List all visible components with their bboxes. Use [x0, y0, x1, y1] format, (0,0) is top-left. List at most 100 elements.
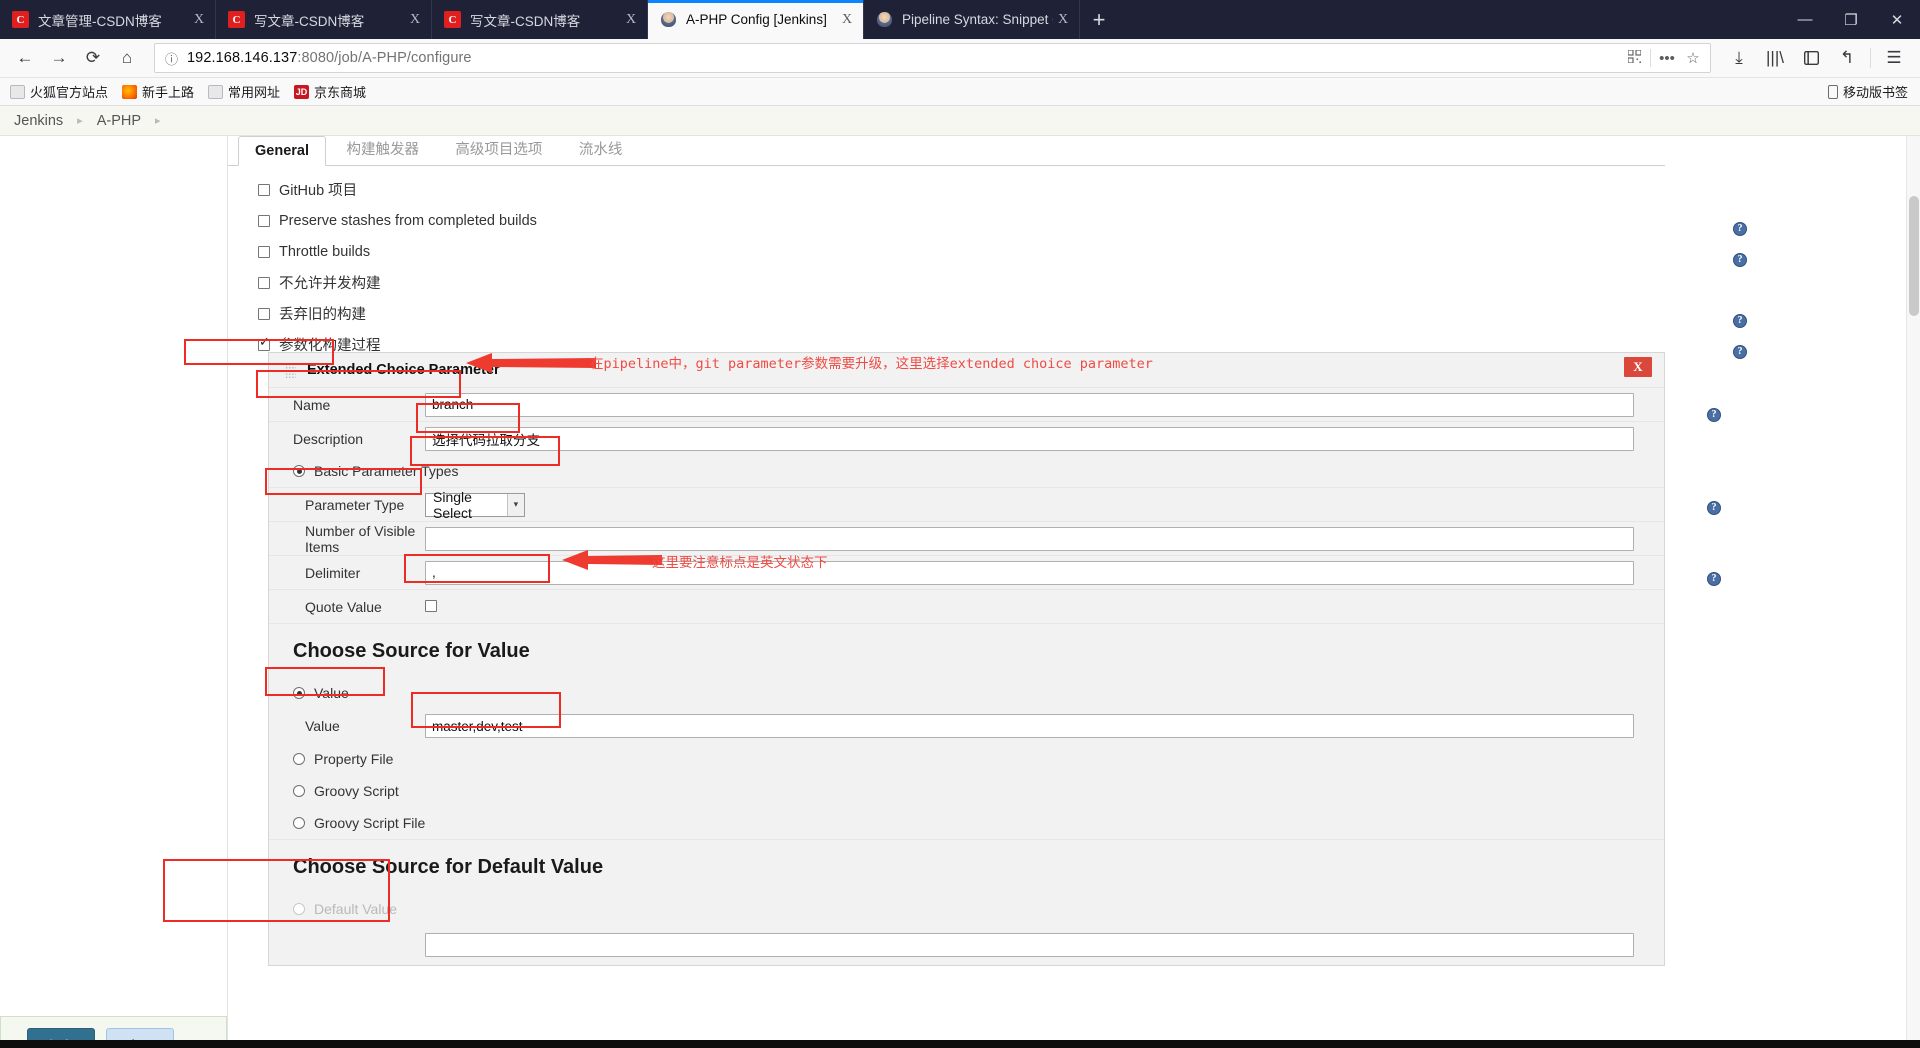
checkbox-no-concurrent-builds[interactable] — [258, 276, 270, 289]
home-icon[interactable]: ⌂ — [110, 42, 144, 74]
select-parameter-type[interactable]: Single Select ▾ — [425, 489, 525, 521]
tab-close-icon[interactable]: X — [1053, 12, 1073, 28]
checkbox-row-preserve-stashes[interactable]: Preserve stashes from completed builds — [228, 205, 1665, 236]
bookmark-star-icon[interactable]: ☆ — [1680, 49, 1706, 67]
library-icon[interactable]: |||\ — [1757, 42, 1793, 74]
checkbox-label: Throttle builds — [279, 243, 371, 260]
browser-tab-3-active[interactable]: A-PHP Config [Jenkins] X — [648, 0, 864, 39]
label-name: Name — [293, 396, 331, 413]
bookmark-label: 常用网址 — [228, 85, 281, 100]
qr-code-icon[interactable] — [1621, 48, 1647, 67]
checkbox-github-project[interactable] — [258, 183, 270, 196]
tab-build-triggers[interactable]: 构建触发器 — [330, 136, 435, 166]
label-groovy-script-file: Groovy Script File — [314, 815, 426, 831]
breadcrumb-project[interactable]: A-PHP — [97, 113, 141, 129]
input-name[interactable]: branch — [425, 392, 1634, 417]
input-value[interactable]: master,dev,test — [425, 714, 1634, 738]
minimize-button[interactable]: — — [1782, 0, 1828, 39]
url-bar[interactable]: ⓘ 192.168.146.137:8080/job/A-PHP/configu… — [154, 43, 1711, 73]
radio-groovy-script[interactable] — [293, 785, 305, 797]
tab-general[interactable]: General — [238, 136, 326, 166]
browser-tab-2[interactable]: C 写文章-CSDN博客 X — [432, 0, 648, 39]
radio-property-file[interactable] — [293, 753, 305, 765]
window-close-button[interactable]: ✕ — [1874, 0, 1920, 39]
bookmark-item-3[interactable]: JD 京东商城 — [294, 82, 366, 101]
browser-tab-4[interactable]: Pipeline Syntax: Snippet Gen X — [864, 0, 1080, 39]
checkbox-row-no-concurrent-builds[interactable]: 不允许并发构建 — [228, 267, 1665, 298]
checkbox-row-github-project[interactable]: GitHub 项目 — [228, 174, 1665, 205]
tab-close-icon[interactable]: X — [837, 12, 857, 28]
back-icon[interactable]: ← — [8, 42, 42, 74]
download-icon[interactable]: ⤓ — [1721, 42, 1757, 74]
tab-pipeline[interactable]: 流水线 — [563, 136, 639, 166]
checkbox-row-discard-old-builds[interactable]: 丢弃旧的构建 — [228, 298, 1665, 329]
tab-close-icon[interactable]: X — [621, 12, 641, 28]
drag-handle-icon[interactable] — [285, 362, 296, 378]
browser-tab-1[interactable]: C 写文章-CSDN博客 X — [216, 0, 432, 39]
input-visible-items[interactable] — [425, 526, 1634, 551]
navbar-right-actions: ⤓ |||\ ↰ ☰ — [1721, 42, 1912, 74]
mobile-bookmarks-item[interactable]: 移动版书签 — [1827, 82, 1908, 101]
checkbox-throttle-builds[interactable] — [258, 245, 270, 258]
radio-row-value[interactable]: Value — [269, 677, 1664, 709]
bookmark-item-1[interactable]: 新手上路 — [122, 82, 194, 101]
help-icon[interactable]: ? — [1733, 253, 1747, 267]
forward-icon[interactable]: → — [42, 42, 76, 74]
maximize-button[interactable]: ❐ — [1828, 0, 1874, 39]
mobile-bookmarks-label: 移动版书签 — [1842, 85, 1908, 100]
radio-row-default-value[interactable]: Default Value — [269, 893, 1664, 925]
label-parameter-type: Parameter Type — [305, 496, 405, 513]
breadcrumb: Jenkins ▸ A-PHP ▸ — [0, 106, 1920, 136]
jenkins-icon — [876, 11, 893, 28]
tab-close-icon[interactable]: X — [189, 12, 209, 28]
bookmark-label: 火狐官方站点 — [30, 85, 109, 100]
field-row-default-value — [269, 925, 1664, 965]
help-icon[interactable]: ? — [1707, 501, 1721, 515]
radio-default-value[interactable] — [293, 903, 305, 915]
sidebar-icon[interactable] — [1793, 42, 1829, 74]
tab-close-icon[interactable]: X — [405, 12, 425, 28]
radio-basic-parameter-types[interactable] — [293, 465, 305, 477]
checkbox-quote-value[interactable] — [425, 600, 437, 613]
browser-tab-0[interactable]: C 文章管理-CSDN博客 X — [0, 0, 216, 39]
select-parameter-type-value: Single Select — [433, 488, 472, 521]
chevron-down-icon[interactable]: ▾ — [506, 493, 524, 516]
bookmark-item-0[interactable]: 火狐官方站点 — [10, 82, 108, 101]
radio-row-property-file[interactable]: Property File — [269, 743, 1664, 775]
menu-icon[interactable]: ☰ — [1876, 42, 1912, 74]
help-icon[interactable]: ? — [1707, 408, 1721, 422]
help-icon[interactable]: ? — [1733, 222, 1747, 236]
radio-row-groovy-script-file[interactable]: Groovy Script File — [269, 807, 1664, 839]
checkbox-parameterized-build[interactable] — [258, 335, 270, 351]
radio-row-basic-parameter-types[interactable]: Basic Parameter Types — [269, 455, 1664, 487]
input-default-value[interactable] — [425, 933, 1634, 957]
help-icon-column: ? ? ? ? ? ? ? — [1665, 136, 1920, 1048]
page-actions-icon[interactable]: ••• — [1654, 50, 1680, 67]
help-icon[interactable]: ? — [1733, 314, 1747, 328]
remove-parameter-button[interactable]: X — [1624, 357, 1652, 377]
input-description[interactable]: 选择代码拉取分支 — [425, 426, 1634, 451]
radio-value[interactable] — [293, 687, 305, 699]
page-info-icon[interactable]: ⓘ — [165, 49, 178, 68]
checkbox-label: 不允许并发构建 — [279, 276, 381, 292]
checkbox-row-throttle-builds[interactable]: Throttle builds — [228, 236, 1665, 267]
help-icon[interactable]: ? — [1733, 345, 1747, 359]
jenkins-config-form: General 构建触发器 高级项目选项 流水线 GitHub 项目 Prese… — [227, 136, 1665, 1048]
breadcrumb-jenkins[interactable]: Jenkins — [14, 113, 63, 129]
sync-icon[interactable]: ↰ — [1829, 42, 1865, 74]
mobile-icon — [1827, 84, 1838, 99]
vertical-scrollbar-thumb[interactable] — [1909, 196, 1919, 316]
new-tab-button[interactable]: + — [1080, 1, 1118, 39]
label-quote-value: Quote Value — [305, 598, 382, 615]
reload-icon[interactable]: ⟳ — [76, 42, 110, 74]
help-icon[interactable]: ? — [1707, 572, 1721, 586]
bookmark-item-2[interactable]: 常用网址 — [208, 82, 280, 101]
csdn-icon: C — [444, 11, 461, 28]
radio-row-groovy-script[interactable]: Groovy Script — [269, 775, 1664, 807]
checkbox-discard-old-builds[interactable] — [258, 307, 270, 320]
checkbox-preserve-stashes[interactable] — [258, 214, 270, 227]
tab-advanced-options[interactable]: 高级项目选项 — [439, 136, 558, 166]
vertical-scrollbar[interactable] — [1906, 136, 1920, 1048]
radio-groovy-script-file[interactable] — [293, 817, 305, 829]
navbar-divider — [1870, 48, 1871, 68]
